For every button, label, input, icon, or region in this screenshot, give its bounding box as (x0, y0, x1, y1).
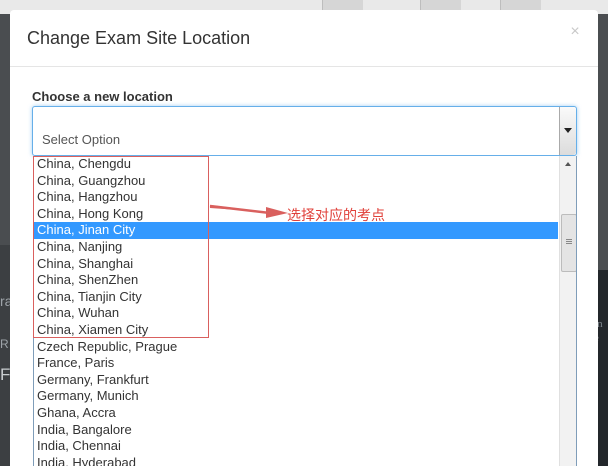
dropdown-option[interactable]: India, Bangalore (34, 422, 558, 439)
chevron-down-icon[interactable] (559, 107, 576, 155)
dropdown-option[interactable]: China, ShenZhen (34, 272, 558, 289)
background-text-fragment: F (0, 365, 11, 384)
scroll-up-arrow-icon[interactable] (560, 156, 576, 173)
dropdown-option[interactable]: Germany, Munich (34, 388, 558, 405)
dropdown-option[interactable]: India, Chennai (34, 438, 558, 455)
background-text-fragment: R (0, 337, 9, 351)
dropdown-option[interactable]: Czech Republic, Prague (34, 339, 558, 356)
dropdown-option[interactable]: China, Guangzhou (34, 173, 558, 190)
modal-header: Change Exam Site Location × (10, 10, 598, 67)
option-list: China, Chengdu China, Guangzhou China, Han… (34, 156, 558, 466)
dropdown-option[interactable]: China, Xiamen City (34, 322, 558, 339)
dropdown-option[interactable]: China, Hangzhou (34, 189, 558, 206)
dropdown-option[interactable]: China, Wuhan (34, 305, 558, 322)
annotation-text: 选择对应的考点 (287, 208, 385, 224)
dropdown-option[interactable]: China, Tianjin City (34, 289, 558, 306)
location-select[interactable]: Select Option (32, 106, 577, 156)
dropdown-option[interactable]: China, Nanjing (34, 239, 558, 256)
scrollbar-thumb[interactable] (561, 214, 576, 272)
annotation-arrow-icon (209, 204, 288, 218)
dropdown-option[interactable]: China, Chengdu (34, 156, 558, 173)
dropdown-scrollbar[interactable] (559, 156, 576, 466)
dropdown-option[interactable]: Germany, Frankfurt (34, 372, 558, 389)
location-field-label: Choose a new location (32, 89, 173, 104)
modal-title: Change Exam Site Location (27, 28, 251, 48)
dropdown-option[interactable]: China, Shanghai (34, 256, 558, 273)
close-button[interactable]: × (566, 22, 584, 42)
dropdown-option[interactable]: Ghana, Accra (34, 405, 558, 422)
location-dropdown-list[interactable]: China, Chengdu China, Guangzhou China, Han… (33, 156, 577, 466)
select-placeholder: Select Option (42, 132, 121, 147)
dropdown-option[interactable]: India, Hyderabad (34, 455, 558, 466)
dropdown-option[interactable]: France, Paris (34, 355, 558, 372)
